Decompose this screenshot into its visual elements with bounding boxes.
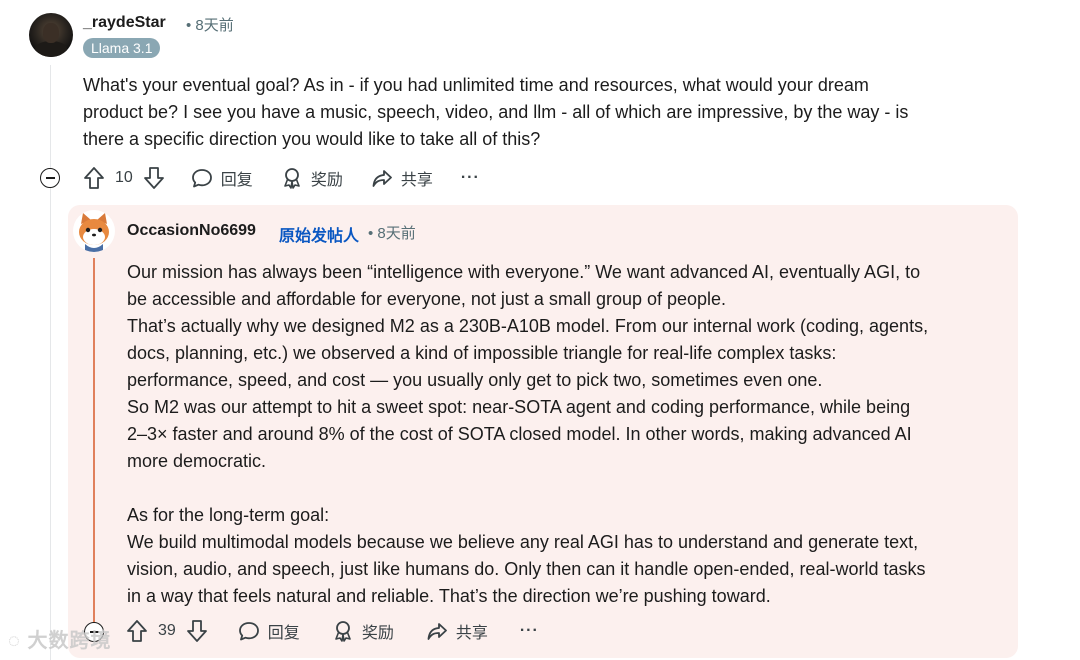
vote-controls: 39 [126, 619, 208, 643]
comment-line: be accessible and affordable for everyon… [127, 289, 727, 309]
comment-actions: 10 回复 奖励 共享 ··· [83, 166, 508, 190]
comment-icon [191, 169, 212, 188]
upvote-icon[interactable] [83, 166, 105, 190]
username[interactable]: _raydeStar [83, 14, 166, 32]
comment-line: We build multimodal models because we be… [127, 532, 919, 552]
time-label: 8天前 [377, 225, 416, 242]
award-label: 奖励 [310, 172, 343, 189]
watermark-text: 大数跨境 [27, 630, 112, 652]
award-label: 奖励 [361, 625, 394, 642]
more-options-button[interactable]: ··· [461, 169, 480, 187]
vote-count: 39 [158, 622, 176, 639]
comment-line: 2–3× faster and around 8% of the cost of… [127, 424, 912, 444]
user-flair: Llama 3.1 [83, 38, 161, 58]
downvote-icon[interactable] [186, 619, 208, 643]
avatar[interactable] [73, 210, 115, 252]
reply-button[interactable]: 回复 [191, 166, 253, 190]
share-label: 共享 [400, 172, 433, 189]
comment-line: So M2 was our attempt to hit a sweet spo… [127, 397, 911, 417]
reply-button[interactable]: 回复 [238, 619, 300, 643]
comment-line: Our mission has always been “intelligenc… [127, 262, 921, 282]
share-icon [427, 623, 447, 640]
thread-line [50, 65, 51, 660]
comment-line: docs, planning, etc.) we observed a kind… [127, 343, 837, 363]
comment-actions: 39 回复 奖励 共享 ··· [126, 619, 567, 643]
vote-count: 10 [115, 169, 133, 186]
comment-line: in a way that feels natural and reliable… [127, 586, 771, 606]
downvote-icon[interactable] [143, 166, 165, 190]
reply-label: 回复 [267, 625, 300, 642]
share-button[interactable]: 共享 [426, 619, 488, 643]
award-button[interactable]: 奖励 [281, 166, 343, 190]
comment-line: there a specific direction you would lik… [83, 129, 541, 149]
comment-line: As for the long-term goal: [127, 505, 330, 525]
comment-line: That’s actually why we designed M2 as a … [127, 316, 929, 336]
award-icon [335, 621, 351, 642]
award-icon [284, 168, 300, 189]
fox-avatar-icon [79, 213, 109, 252]
reply-label: 回复 [220, 172, 253, 189]
username[interactable]: OccasionNo6699 [127, 222, 256, 240]
award-button[interactable]: 奖励 [332, 619, 394, 643]
watermark-logo-icon: ◌ [8, 630, 21, 652]
watermark: ◌ 大数跨境 [8, 624, 111, 653]
comment-time: • 8天前 [186, 17, 234, 34]
comment-icon [238, 622, 259, 641]
comment-line: more democratic. [127, 451, 267, 471]
more-icon: ··· [460, 169, 480, 186]
upvote-icon[interactable] [126, 619, 148, 643]
more-icon: ··· [519, 622, 539, 639]
time-label: 8天前 [195, 17, 234, 34]
share-icon [372, 170, 392, 187]
comment-line: performance, speed, and cost — you usual… [127, 370, 823, 390]
share-button[interactable]: 共享 [371, 166, 433, 190]
comment-line: What's your eventual goal? As in - if yo… [83, 75, 869, 95]
reply-thread-line[interactable] [93, 258, 95, 638]
comment-body: What's your eventual goal? As in - if yo… [83, 72, 1013, 153]
collapse-thread-button[interactable] [40, 168, 60, 188]
avatar[interactable] [29, 13, 73, 57]
share-label: 共享 [455, 625, 488, 642]
more-options-button[interactable]: ··· [520, 622, 539, 640]
op-badge: 原始发帖人 [279, 228, 360, 245]
comment-time: • 8天前 [368, 225, 416, 242]
comment-line: vision, audio, and speech, just like hum… [127, 559, 926, 579]
vote-controls: 10 [83, 166, 165, 190]
comment-body: Our mission has always been “intelligenc… [127, 259, 1007, 610]
comment-line: product be? I see you have a music, spee… [83, 102, 909, 122]
